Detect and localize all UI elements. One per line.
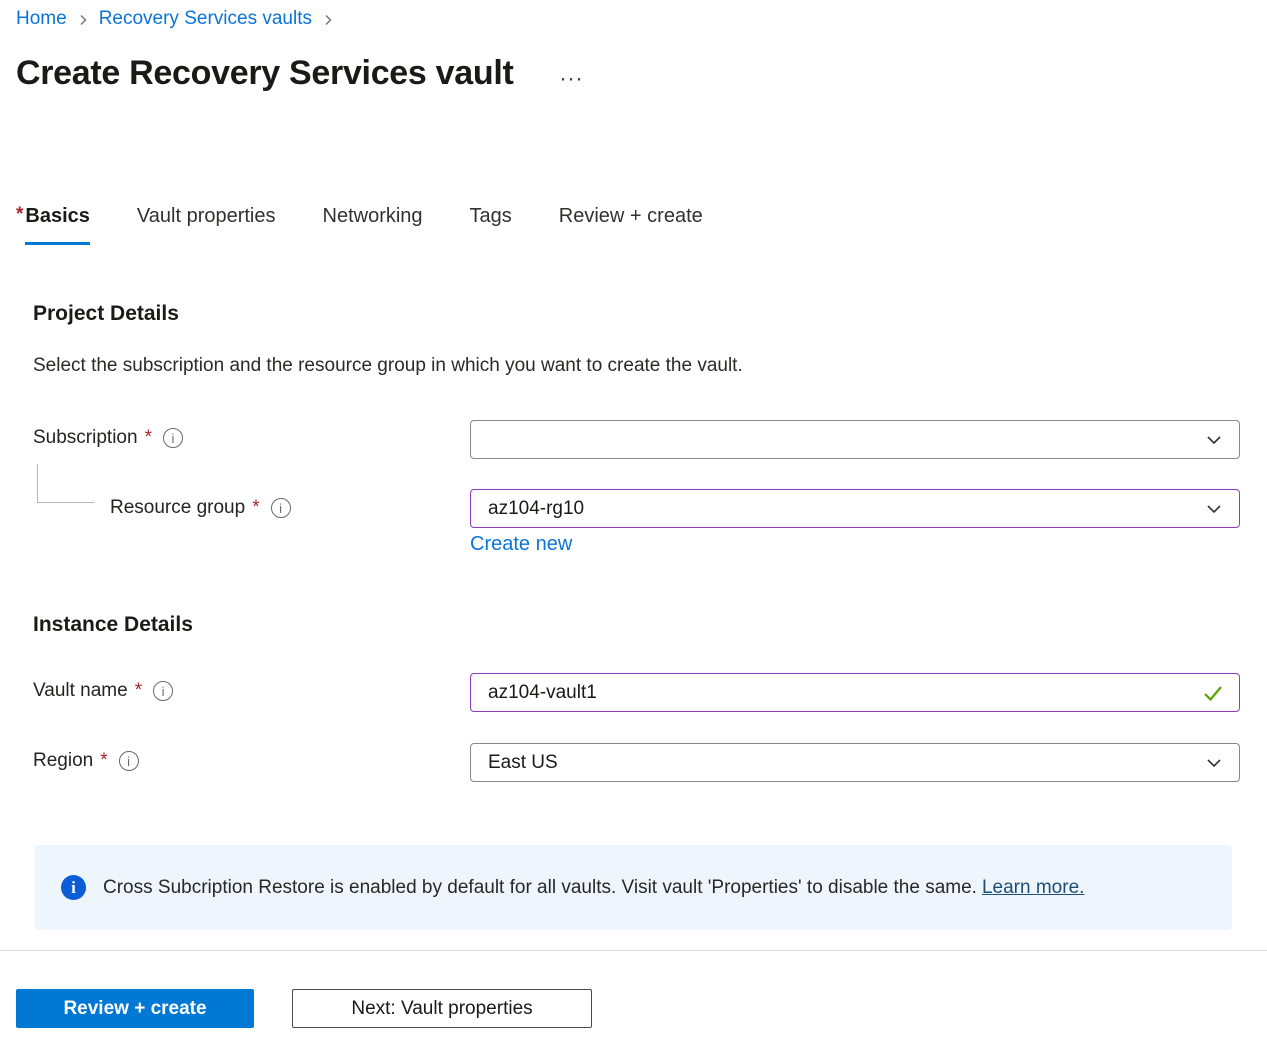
- tab-tags[interactable]: Tags: [470, 205, 512, 245]
- resource-group-dropdown[interactable]: [470, 489, 1240, 528]
- more-options-button[interactable]: ···: [560, 67, 584, 91]
- info-icon[interactable]: i: [119, 751, 139, 771]
- required-marker: *: [135, 680, 142, 702]
- chevron-right-icon: [76, 13, 90, 27]
- region-value: East US: [488, 752, 1202, 774]
- info-icon[interactable]: i: [271, 498, 291, 518]
- footer-divider: [0, 950, 1267, 951]
- instance-details-heading: Instance Details: [33, 613, 193, 637]
- resource-group-label: Resource group * i: [110, 497, 291, 519]
- valid-check-icon: [1200, 680, 1226, 706]
- info-banner: i Cross Subcription Restore is enabled b…: [35, 845, 1232, 930]
- required-marker: *: [252, 497, 259, 519]
- subscription-label: Subscription * i: [33, 427, 183, 449]
- info-icon[interactable]: i: [163, 428, 183, 448]
- required-marker: *: [16, 204, 23, 225]
- learn-more-link[interactable]: Learn more.: [982, 877, 1084, 898]
- create-recovery-services-vault-page: Home Recovery Services vaults Create Rec…: [0, 0, 1267, 1050]
- page-header: Create Recovery Services vault ···: [16, 54, 584, 93]
- vault-name-label: Vault name * i: [33, 680, 173, 702]
- review-create-button[interactable]: Review + create: [16, 989, 254, 1028]
- chevron-down-icon: [1202, 751, 1226, 775]
- info-icon: i: [61, 875, 86, 900]
- chevron-down-icon: [1202, 428, 1226, 452]
- chevron-down-icon: [1202, 497, 1226, 521]
- tab-basics[interactable]: *Basics: [16, 205, 90, 245]
- project-details-heading: Project Details: [33, 302, 179, 326]
- vault-name-input[interactable]: [488, 682, 1200, 704]
- page-title: Create Recovery Services vault: [16, 54, 514, 93]
- tab-vault-properties[interactable]: Vault properties: [137, 205, 276, 245]
- tab-networking[interactable]: Networking: [323, 205, 423, 245]
- create-new-link[interactable]: Create new: [470, 533, 572, 556]
- vault-name-field[interactable]: [470, 673, 1240, 712]
- breadcrumb-recovery-vaults-link[interactable]: Recovery Services vaults: [99, 8, 312, 30]
- resource-group-input[interactable]: [488, 498, 1202, 520]
- field-connector-line: [37, 464, 94, 503]
- banner-text: Cross Subcription Restore is enabled by …: [103, 877, 1084, 899]
- region-dropdown[interactable]: East US: [470, 743, 1240, 782]
- next-vault-properties-button[interactable]: Next: Vault properties: [292, 989, 592, 1028]
- breadcrumb: Home Recovery Services vaults: [16, 8, 335, 30]
- chevron-right-icon: [321, 13, 335, 27]
- tab-bar: *Basics Vault properties Networking Tags…: [16, 205, 703, 245]
- tab-review-create[interactable]: Review + create: [559, 205, 703, 245]
- subscription-dropdown[interactable]: [470, 420, 1240, 459]
- region-label: Region * i: [33, 750, 139, 772]
- required-marker: *: [100, 750, 107, 772]
- breadcrumb-home-link[interactable]: Home: [16, 8, 67, 30]
- project-details-description: Select the subscription and the resource…: [33, 355, 743, 377]
- info-icon[interactable]: i: [153, 681, 173, 701]
- required-marker: *: [145, 427, 152, 449]
